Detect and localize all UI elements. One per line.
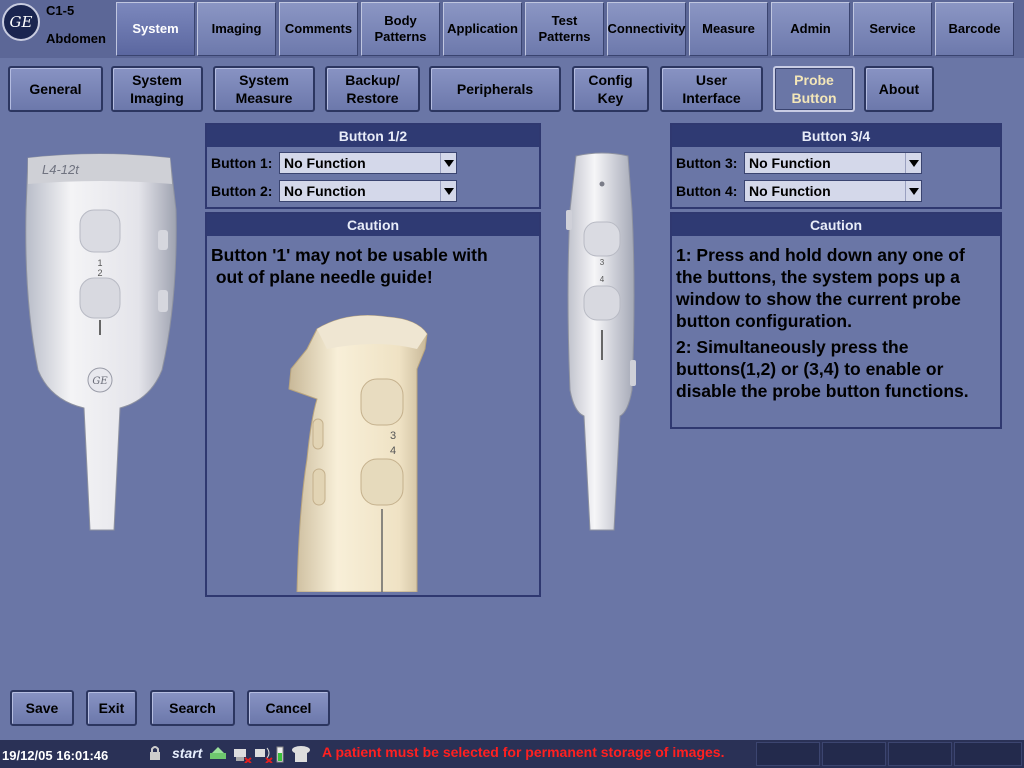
subtab-peripherals[interactable]: Peripherals [429, 66, 561, 112]
probe-image-right: 3 4 [562, 150, 642, 535]
phone-icon [290, 745, 312, 768]
caution-line-2: out of plane needle guide! [211, 267, 433, 287]
probe-photo-button-4-number: 4 [390, 445, 396, 457]
left-probe-button-2-number: 2 [97, 268, 102, 278]
ge-logo-icon: GE [2, 3, 40, 41]
subtab-general[interactable]: General [8, 66, 103, 112]
right-probe-button-3-number: 3 [600, 258, 605, 267]
subtab-user-interface[interactable]: User Interface [660, 66, 763, 112]
panel-title: Caution [672, 214, 1000, 236]
right-probe-button-4-number: 4 [600, 275, 605, 284]
caution-line-1: Button '1' may not be usable with [211, 245, 488, 265]
panel-title: Button 3/4 [672, 125, 1000, 147]
caution-instruction-1: 1: Press and hold down any one of the bu… [676, 245, 965, 331]
subtab-about[interactable]: About [864, 66, 934, 112]
button-2-value: No Function [284, 183, 366, 199]
button-1-value: No Function [284, 155, 366, 171]
tab-barcode[interactable]: Barcode [935, 2, 1014, 56]
tab-test-patterns-label: Test Patterns [538, 13, 591, 44]
chevron-down-icon[interactable] [905, 153, 921, 173]
lock-icon [148, 745, 162, 766]
tab-test-patterns[interactable]: Test Patterns [525, 2, 604, 56]
tab-system[interactable]: System [116, 2, 195, 56]
datetime: 19/12/05 16:01:46 [2, 748, 109, 763]
subtab-backup-restore-label: Backup/ Restore [345, 72, 400, 106]
caution-left-text: Button '1' may not be usable with out of… [211, 244, 531, 288]
subtab-system-measure-label: System Measure [235, 72, 293, 106]
cancel-button[interactable]: Cancel [247, 690, 330, 726]
left-probe-button-1-number: 1 [97, 258, 102, 268]
tab-admin[interactable]: Admin [771, 2, 850, 56]
probe-photo-button-3-number: 3 [390, 430, 396, 442]
status-segment [822, 742, 886, 766]
button-2-row: Button 2: No Function [211, 180, 457, 202]
probe-image-left: L4-12t 1 2 GE [20, 150, 180, 535]
network-icon [208, 745, 230, 768]
start-button[interactable]: start [172, 745, 202, 761]
status-segment [888, 742, 952, 766]
tab-body-patterns-label: Body Patterns [374, 13, 427, 44]
probe-photo: 3 4 [277, 309, 457, 592]
preset-name[interactable]: Abdomen [46, 31, 106, 46]
subtab-system-measure[interactable]: System Measure [213, 66, 315, 112]
tab-comments[interactable]: Comments [279, 2, 358, 56]
button-2-select[interactable]: No Function [279, 180, 457, 202]
status-segment [756, 742, 820, 766]
button-1-2-panel: Button 1/2 Button 1: No Function Button … [205, 123, 541, 209]
button-4-select[interactable]: No Function [744, 180, 922, 202]
exit-button[interactable]: Exit [86, 690, 137, 726]
probe-model-label: L4-12t [42, 162, 80, 177]
chevron-down-icon[interactable] [440, 153, 456, 173]
subtab-probe-button-label: Probe Button [791, 72, 837, 106]
search-button[interactable]: Search [150, 690, 235, 726]
panel-title: Button 1/2 [207, 125, 539, 147]
button-4-row: Button 4: No Function [676, 180, 922, 202]
status-bar: 19/12/05 16:01:46 start A patient must b… [0, 740, 1024, 768]
subtab-user-interface-label: User Interface [682, 72, 741, 106]
button-3-4-panel: Button 3/4 Button 3: No Function Button … [670, 123, 1002, 209]
subtab-system-imaging-label: System Imaging [130, 72, 184, 106]
button-1-select[interactable]: No Function [279, 152, 457, 174]
status-message: A patient must be selected for permanent… [322, 744, 725, 760]
button-3-value: No Function [749, 155, 831, 171]
button-3-select[interactable]: No Function [744, 152, 922, 174]
tab-connectivity[interactable]: Connectivity [607, 2, 686, 56]
button-4-value: No Function [749, 183, 831, 199]
chevron-down-icon[interactable] [440, 181, 456, 201]
probe-name[interactable]: C1-5 [46, 3, 74, 18]
chevron-down-icon[interactable] [905, 181, 921, 201]
tab-body-patterns[interactable]: Body Patterns [361, 2, 440, 56]
tab-measure[interactable]: Measure [689, 2, 768, 56]
tab-application[interactable]: Application [443, 2, 522, 56]
tab-imaging[interactable]: Imaging [197, 2, 276, 56]
button-3-row: Button 3: No Function [676, 152, 922, 174]
caution-right-text: 1: Press and hold down any one of the bu… [676, 244, 994, 402]
printer-icon [232, 745, 252, 768]
subtab-probe-button[interactable]: Probe Button [773, 66, 855, 112]
caution-instruction-2: 2: Simultaneously press the buttons(1,2)… [676, 337, 969, 401]
caution-right-panel: Caution 1: Press and hold down any one o… [670, 212, 1002, 429]
top-bar: GE C1-5 Abdomen System Imaging Comments … [0, 0, 1024, 58]
subtab-backup-restore[interactable]: Backup/ Restore [325, 66, 420, 112]
wireless-icon [254, 745, 274, 768]
left-probe-ge-logo: GE [92, 376, 108, 387]
panel-title: Caution [207, 214, 539, 236]
subtab-config-key-label: Config Key [588, 72, 633, 106]
battery-icon [276, 745, 284, 768]
tab-service[interactable]: Service [853, 2, 932, 56]
subtab-config-key[interactable]: Config Key [572, 66, 649, 112]
status-segment [954, 742, 1022, 766]
caution-left-panel: Caution Button '1' may not be usable wit… [205, 212, 541, 597]
button-3-label: Button 3: [676, 155, 738, 171]
button-1-row: Button 1: No Function [211, 152, 457, 174]
button-1-label: Button 1: [211, 155, 273, 171]
button-2-label: Button 2: [211, 183, 273, 199]
button-4-label: Button 4: [676, 183, 738, 199]
save-button[interactable]: Save [10, 690, 74, 726]
subtab-system-imaging[interactable]: System Imaging [111, 66, 203, 112]
